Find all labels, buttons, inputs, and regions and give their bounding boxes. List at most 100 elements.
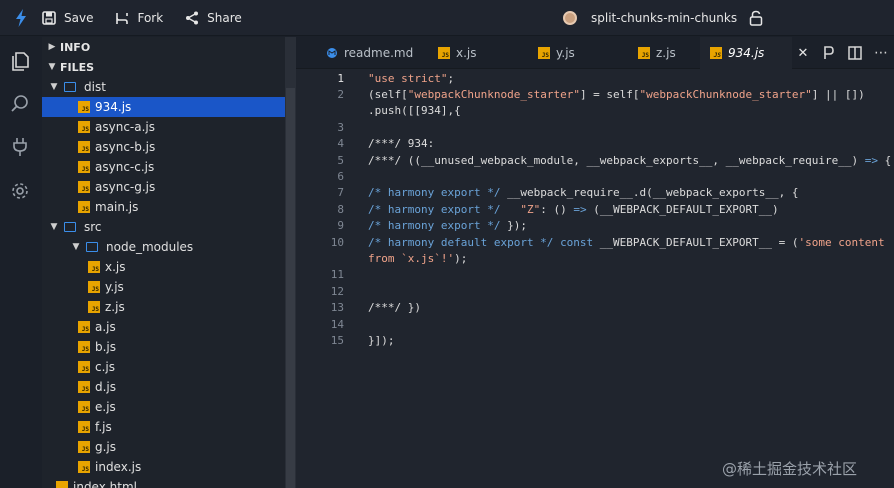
code-token: /***/ })	[368, 301, 421, 315]
markdown-icon	[326, 47, 338, 59]
code-text: (self["webpackChunknode_starter"] = self…	[344, 88, 865, 101]
file-label: main.js	[95, 200, 139, 214]
chevron-down-icon: ▼	[48, 62, 56, 72]
code-token: /* harmony export */	[368, 219, 501, 233]
code-line: .push([[934],{	[296, 103, 894, 119]
close-icon[interactable]: ✕	[790, 46, 816, 61]
code-token: ] = self[	[579, 88, 640, 102]
file-item[interactable]: JS 934.js	[42, 97, 285, 117]
file-item[interactable]: index.html	[42, 477, 285, 488]
files-icon[interactable]	[9, 50, 31, 72]
activity-bar	[0, 37, 42, 488]
code-text: /***/ 934:	[344, 137, 434, 150]
info-label: INFO	[60, 40, 91, 54]
fork-button[interactable]: Fork	[115, 0, 163, 36]
file-label: a.js	[95, 320, 116, 334]
tab-x-js[interactable]: JS x.js	[400, 37, 500, 69]
tab-934-js[interactable]: JS 934.js	[700, 37, 792, 69]
save-button[interactable]: Save	[42, 0, 93, 36]
code-token: from `x.js`!'	[368, 251, 455, 265]
file-label: async-g.js	[95, 180, 156, 194]
code-line: 3	[296, 119, 894, 135]
file-item[interactable]: JS async-g.js	[42, 177, 285, 197]
files-section-header[interactable]: ▼ FILES	[42, 57, 285, 77]
js-file-icon: JS	[78, 341, 90, 353]
file-item[interactable]: JS g.js	[42, 437, 285, 457]
chevron-down-icon: ▼	[50, 222, 58, 232]
line-number: 5	[337, 153, 344, 167]
file-item[interactable]: JS c.js	[42, 357, 285, 377]
code-text: from `x.js`!');	[344, 252, 467, 265]
info-section-header[interactable]: ▶ INFO	[42, 37, 285, 57]
avatar[interactable]	[563, 11, 577, 25]
search-icon[interactable]	[9, 93, 31, 115]
code-line: 7/* harmony export */ __webpack_require_…	[296, 185, 894, 201]
file-label: x.js	[105, 260, 126, 274]
gear-icon[interactable]	[9, 180, 31, 202]
file-item[interactable]: JS b.js	[42, 337, 285, 357]
folder-item[interactable]: ▼ node_modules	[42, 237, 285, 257]
file-label: index.js	[95, 460, 142, 474]
code-text: }]);	[344, 334, 395, 347]
line-number: 15	[330, 333, 344, 347]
js-icon: JS	[710, 47, 722, 59]
code-text: /* harmony default export */ const __WEB…	[344, 236, 885, 249]
file-item[interactable]: JS async-c.js	[42, 157, 285, 177]
code-token: 'some content	[798, 235, 885, 249]
file-item[interactable]: JS x.js	[42, 257, 285, 277]
file-item[interactable]: JS d.js	[42, 377, 285, 397]
js-file-icon: JS	[78, 321, 90, 333]
js-file-icon: JS	[78, 461, 90, 473]
line-number: 11	[330, 268, 344, 282]
code-token: /***/ ((__unused_webpack_module, __webpa…	[368, 153, 865, 167]
code-token: });	[500, 219, 527, 233]
file-label: b.js	[95, 340, 117, 354]
js-file-icon: JS	[78, 141, 90, 153]
code-token: "use strict"	[368, 71, 448, 85]
file-item[interactable]: JS main.js	[42, 197, 285, 217]
code-token: : ()	[540, 202, 574, 216]
code-token: __WEBPACK_DEFAULT_EXPORT__ = (	[593, 235, 799, 249]
fork-icon	[116, 12, 129, 24]
file-item[interactable]: JS a.js	[42, 317, 285, 337]
js-file-icon: JS	[78, 401, 90, 413]
line-number: 4	[337, 137, 344, 151]
line-number: 12	[330, 284, 344, 298]
file-label: f.js	[95, 420, 112, 434]
js-file-icon: JS	[88, 261, 100, 273]
file-tree: ▼ dist JS 934.js JS async-a.js JS async-b.js JS a…	[42, 77, 285, 488]
file-item[interactable]: JS z.js	[42, 297, 285, 317]
split-view-icon[interactable]	[842, 46, 868, 60]
share-button[interactable]: Share	[185, 0, 242, 36]
tab-readme-md[interactable]: readme.md	[296, 37, 413, 69]
code-editor[interactable]: 1 "use strict"; 2 (self["webpackChunknode_s…	[296, 69, 894, 488]
code-token: "Z"	[520, 202, 541, 216]
preview-icon[interactable]	[816, 46, 842, 60]
line-number: 10	[330, 235, 344, 249]
code-line: 13 /***/ })	[296, 299, 894, 315]
tab-label: 934.js	[728, 46, 765, 60]
more-icon[interactable]: ⋯	[868, 45, 894, 61]
file-item[interactable]: JS async-b.js	[42, 137, 285, 157]
sidebar-scrollbar-thumb[interactable]	[286, 88, 295, 488]
tab-y-js[interactable]: JS y.js	[500, 37, 600, 69]
plug-icon[interactable]	[9, 136, 31, 158]
code-line: 14	[296, 316, 894, 332]
file-label: e.js	[95, 400, 116, 414]
code-text: /***/ })	[344, 301, 421, 314]
code-token: const	[560, 235, 594, 249]
lightning-logo-icon[interactable]	[0, 0, 42, 36]
sandbox-title[interactable]: split-chunks-min-chunks	[563, 0, 763, 36]
file-item[interactable]: JS y.js	[42, 277, 285, 297]
folder-item[interactable]: ▼ src	[42, 217, 285, 237]
sandbox-name: split-chunks-min-chunks	[591, 11, 738, 25]
file-item[interactable]: JS async-a.js	[42, 117, 285, 137]
folder-item[interactable]: ▼ dist	[42, 77, 285, 97]
unlock-icon[interactable]	[749, 10, 763, 26]
file-item[interactable]: JS e.js	[42, 397, 285, 417]
tab-z-js[interactable]: JS z.js	[600, 37, 700, 69]
file-item[interactable]: JS index.js	[42, 457, 285, 477]
file-item[interactable]: JS f.js	[42, 417, 285, 437]
code-text: /* harmony export */ "Z": () => (__WEBPA…	[344, 203, 779, 216]
